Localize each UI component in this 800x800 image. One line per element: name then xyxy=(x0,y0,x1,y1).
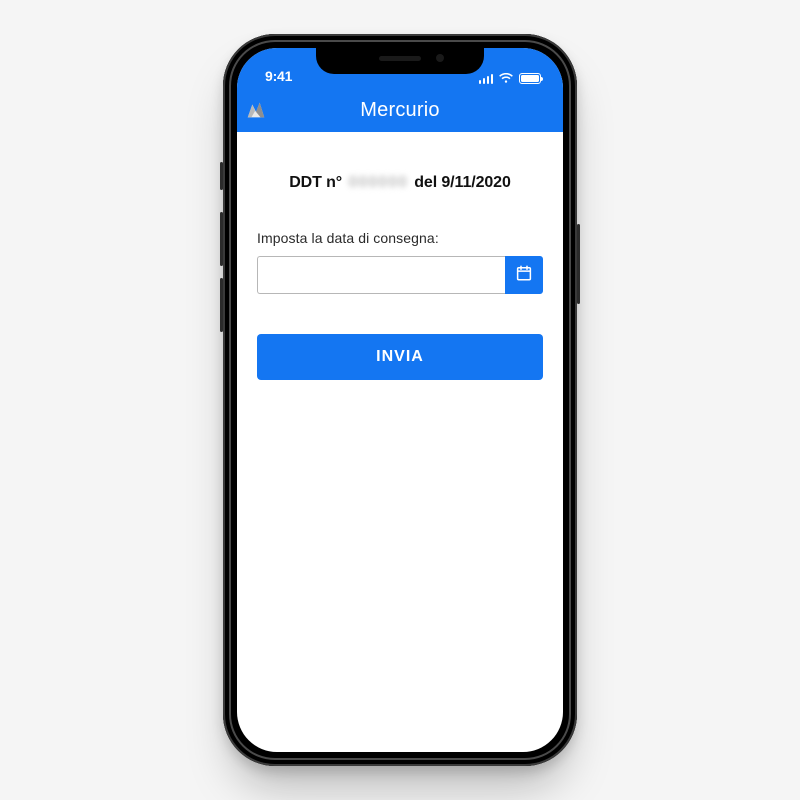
phone-notch xyxy=(316,48,484,74)
delivery-date-label: Imposta la data di consegna: xyxy=(257,230,543,246)
ddt-suffix: del 9/11/2020 xyxy=(414,174,511,191)
content-area: DDT n° 000000 del 9/11/2020 Imposta la d… xyxy=(237,132,563,380)
volume-down-button xyxy=(220,278,223,332)
side-button xyxy=(220,162,223,190)
status-time: 9:41 xyxy=(255,68,292,86)
submit-button[interactable]: INVIA xyxy=(257,334,543,380)
ddt-prefix: DDT n° xyxy=(289,174,342,191)
phone-frame: 9:41 xyxy=(223,34,577,766)
ddt-heading: DDT n° 000000 del 9/11/2020 xyxy=(257,174,543,192)
date-picker-button[interactable] xyxy=(505,256,543,294)
delivery-date-input[interactable] xyxy=(257,256,505,294)
ddt-number-masked: 000000 xyxy=(348,174,407,192)
wifi-icon xyxy=(498,73,514,84)
cellular-signal-icon xyxy=(479,73,494,84)
app-logo-icon xyxy=(245,99,267,121)
delivery-date-row xyxy=(257,256,543,294)
calendar-icon xyxy=(515,264,533,287)
app-title: Mercurio xyxy=(237,99,563,122)
volume-up-button xyxy=(220,212,223,266)
status-icons xyxy=(479,73,546,86)
app-header: Mercurio xyxy=(237,88,563,132)
power-button xyxy=(577,224,580,304)
phone-screen: 9:41 xyxy=(237,48,563,752)
stage: 9:41 xyxy=(0,0,800,800)
battery-icon xyxy=(519,73,541,84)
